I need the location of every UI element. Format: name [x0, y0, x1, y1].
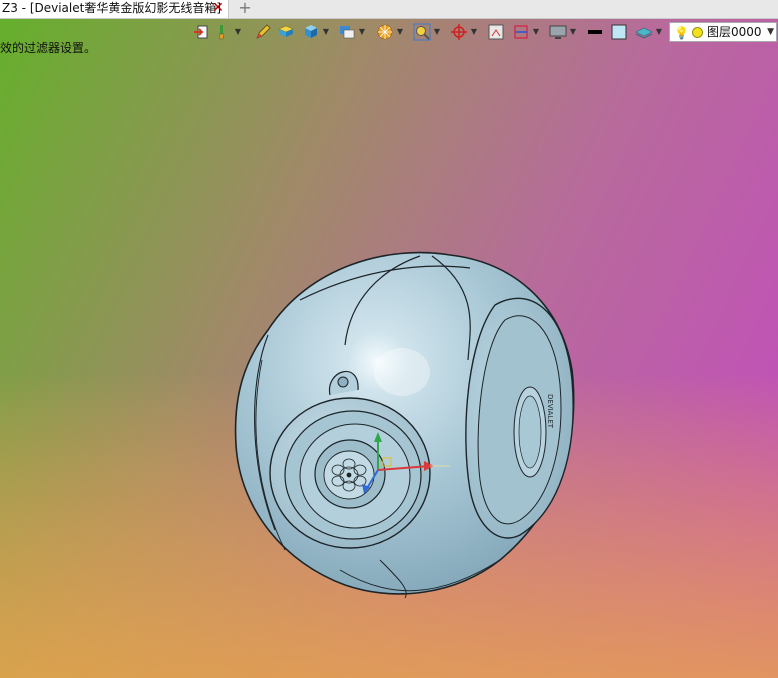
brand-mark: DEVIALET: [546, 394, 554, 429]
speaker-model[interactable]: DEVIALET: [0, 0, 778, 678]
specular-highlight: [374, 348, 430, 396]
cad-app-window: Z3 - [Devialet奢华黄金版幻影无线音箱] ✕ + 效的过滤器设置。 …: [0, 0, 778, 678]
side-cap[interactable]: DEVIALET: [465, 297, 574, 539]
front-driver[interactable]: [269, 397, 431, 549]
